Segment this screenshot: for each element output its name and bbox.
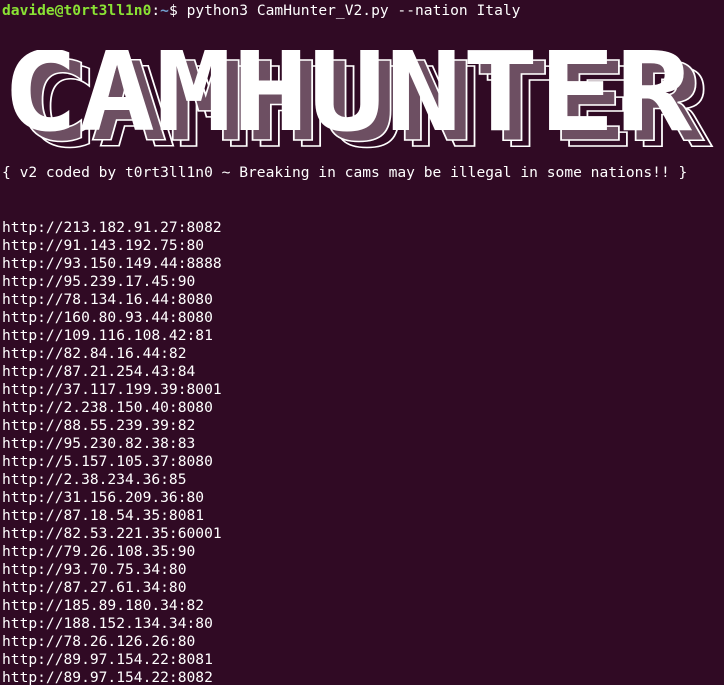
url-line[interactable]: http://2.238.150.40:8080 (2, 399, 222, 417)
url-line[interactable]: http://87.21.254.43:84 (2, 363, 222, 381)
url-line[interactable]: http://185.89.180.34:82 (2, 597, 222, 615)
url-line[interactable]: http://160.80.93.44:8080 (2, 309, 222, 327)
url-line[interactable]: http://93.70.75.34:80 (2, 561, 222, 579)
command-prompt-line: davide@t0rt3ll1n0:~$ python3 CamHunter_V… (2, 2, 520, 20)
url-line[interactable]: http://95.239.17.45:90 (2, 273, 222, 291)
url-line[interactable]: http://89.97.154.22:8081 (2, 651, 222, 669)
terminal-window[interactable]: davide@t0rt3ll1n0:~$ python3 CamHunter_V… (0, 0, 724, 685)
url-line[interactable]: http://188.152.134.34:80 (2, 615, 222, 633)
url-line[interactable]: http://87.18.54.35:8081 (2, 507, 222, 525)
url-line[interactable]: http://82.53.221.35:60001 (2, 525, 222, 543)
prompt-path: ~ (160, 2, 169, 19)
url-line[interactable]: http://82.84.16.44:82 (2, 345, 222, 363)
url-line[interactable]: http://79.26.108.35:90 (2, 543, 222, 561)
prompt-symbol: $ (168, 2, 178, 19)
url-line[interactable]: http://31.156.209.36:80 (2, 489, 222, 507)
url-line[interactable]: http://78.134.16.44:8080 (2, 291, 222, 309)
banner-main: CAMHUNTER (2, 50, 693, 154)
url-line[interactable]: http://37.117.199.39:8001 (2, 381, 222, 399)
url-line[interactable]: http://95.230.82.38:83 (2, 435, 222, 453)
url-line[interactable]: http://2.38.234.36:85 (2, 471, 222, 489)
url-line[interactable]: http://5.157.105.37:8080 (2, 453, 222, 471)
prompt-user-host: davide@t0rt3ll1n0 (2, 2, 152, 19)
url-line[interactable]: http://213.182.91.27:8082 (2, 219, 222, 237)
tagline: { v2 coded by t0rt3ll1n0 ~ Breaking in c… (2, 164, 688, 181)
url-line[interactable]: http://78.26.126.26:80 (2, 633, 222, 651)
url-line[interactable]: http://88.55.239.39:82 (2, 417, 222, 435)
prompt-command: python3 CamHunter_V2.py --nation Italy (186, 2, 521, 19)
url-line[interactable]: http://93.150.149.44:8888 (2, 255, 222, 273)
camhunter-banner: CAMHUNTER CAMHUNTER CAMHUNTER (2, 50, 714, 154)
url-list: http://213.182.91.27:8082 http://91.143.1… (2, 219, 222, 685)
prompt-separator: : (151, 2, 161, 19)
url-line[interactable]: http://109.116.108.42:81 (2, 327, 222, 345)
url-line[interactable]: http://89.97.154.22:8082 (2, 669, 222, 685)
url-line[interactable]: http://87.27.61.34:80 (2, 579, 222, 597)
url-line[interactable]: http://91.143.192.75:80 (2, 237, 222, 255)
